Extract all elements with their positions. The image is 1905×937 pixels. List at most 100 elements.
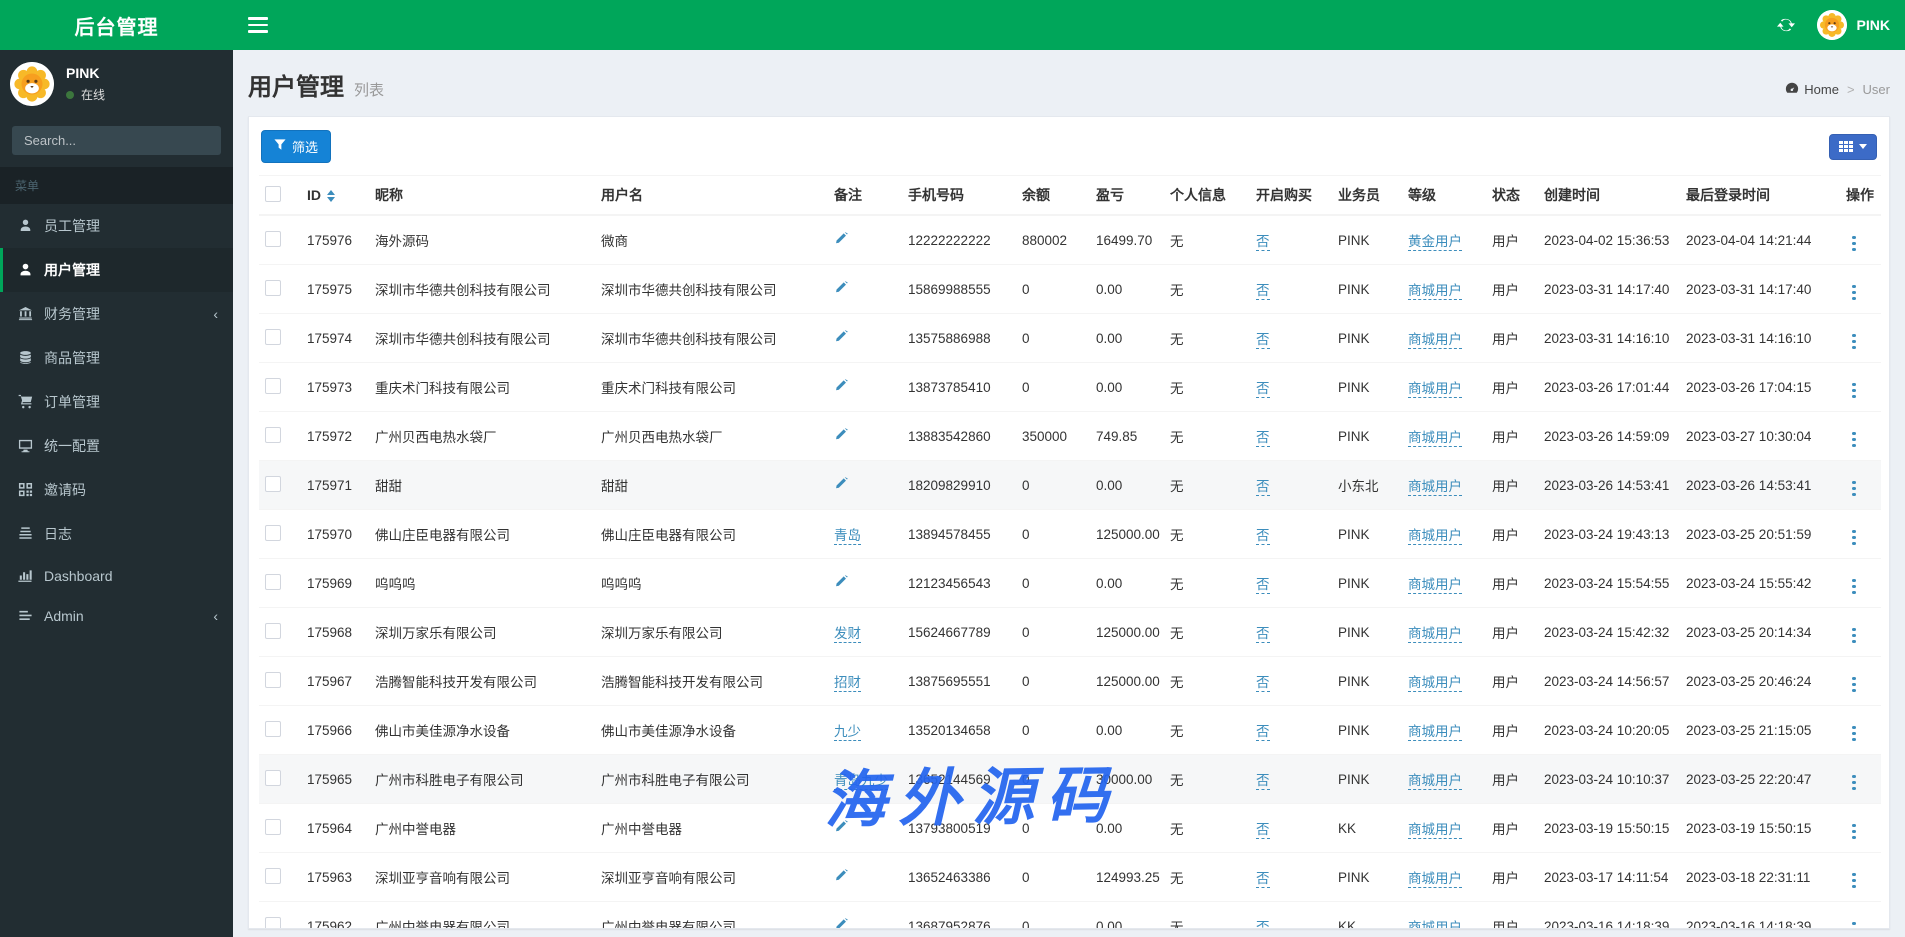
purchase-toggle-link[interactable]: 否: [1256, 528, 1270, 545]
row-checkbox[interactable]: [265, 671, 281, 688]
row-actions-icon[interactable]: [1846, 234, 1862, 254]
row-actions-icon[interactable]: [1846, 871, 1862, 891]
purchase-toggle-link[interactable]: 否: [1256, 479, 1270, 496]
purchase-toggle-link[interactable]: 否: [1256, 822, 1270, 839]
row-actions-icon[interactable]: [1846, 773, 1862, 793]
edit-pencil-icon[interactable]: [834, 280, 848, 295]
purchase-toggle-link[interactable]: 否: [1256, 234, 1270, 251]
purchase-toggle-link[interactable]: 否: [1256, 577, 1270, 594]
row-actions-icon[interactable]: [1846, 332, 1862, 352]
purchase-toggle-link[interactable]: 否: [1256, 332, 1270, 349]
purchase-toggle-link[interactable]: 否: [1256, 381, 1270, 398]
level-link[interactable]: 商城用户: [1408, 724, 1462, 741]
purchase-toggle-link[interactable]: 否: [1256, 871, 1270, 888]
row-checkbox[interactable]: [265, 377, 281, 394]
sidebar-item-6[interactable]: 统一配置: [0, 424, 233, 468]
row-actions-icon[interactable]: [1846, 430, 1862, 450]
level-link[interactable]: 黄金用户: [1408, 234, 1462, 251]
search-input[interactable]: [12, 126, 212, 155]
row-actions-icon[interactable]: [1846, 920, 1862, 928]
edit-pencil-icon[interactable]: [834, 378, 848, 393]
sidebar-item-5[interactable]: 订单管理: [0, 380, 233, 424]
edit-pencil-icon[interactable]: [834, 917, 848, 928]
remark-link[interactable]: 九少: [834, 724, 861, 741]
purchase-toggle-link[interactable]: 否: [1256, 773, 1270, 790]
refresh-icon[interactable]: [1776, 16, 1795, 34]
row-checkbox[interactable]: [265, 475, 281, 492]
sidebar-item-4[interactable]: 商品管理: [0, 336, 233, 380]
level-link[interactable]: 商城用户: [1408, 283, 1462, 300]
sidebar-item-7[interactable]: 邀请码: [0, 468, 233, 512]
row-actions-icon[interactable]: [1846, 626, 1862, 646]
online-status[interactable]: 在线: [66, 86, 105, 103]
edit-pencil-icon[interactable]: [834, 574, 848, 589]
select-all-checkbox[interactable]: [265, 185, 281, 202]
remark-link[interactable]: 青岛九少: [834, 773, 888, 790]
level-cell: 商城用户: [1402, 705, 1486, 755]
row-actions-icon[interactable]: [1846, 577, 1862, 597]
purchase-toggle-link[interactable]: 否: [1256, 430, 1270, 447]
username-cell: 广州贝西电热水袋厂: [595, 411, 828, 461]
sort-icon[interactable]: [327, 190, 335, 203]
level-link[interactable]: 商城用户: [1408, 528, 1462, 545]
purchase-toggle-link[interactable]: 否: [1256, 724, 1270, 741]
hamburger-menu-icon[interactable]: [248, 17, 268, 33]
sidebar-item-3[interactable]: 财务管理 ‹: [0, 292, 233, 336]
level-link[interactable]: 商城用户: [1408, 626, 1462, 643]
level-link[interactable]: 商城用户: [1408, 822, 1462, 839]
level-link[interactable]: 商城用户: [1408, 381, 1462, 398]
sidebar-item-9[interactable]: Dashboard: [0, 556, 233, 596]
column-header-1[interactable]: ID: [301, 175, 369, 216]
purchase-toggle-link[interactable]: 否: [1256, 283, 1270, 300]
edit-pencil-icon[interactable]: [834, 427, 848, 442]
column-header-11: 等级: [1402, 175, 1486, 216]
purchase-toggle-link[interactable]: 否: [1256, 920, 1270, 928]
level-link[interactable]: 商城用户: [1408, 430, 1462, 447]
level-link[interactable]: 商城用户: [1408, 773, 1462, 790]
row-checkbox[interactable]: [265, 720, 281, 737]
row-checkbox[interactable]: [265, 622, 281, 639]
row-checkbox[interactable]: [265, 818, 281, 835]
edit-pencil-icon[interactable]: [834, 476, 848, 491]
row-actions-icon[interactable]: [1846, 724, 1862, 744]
remark-link[interactable]: 发财: [834, 626, 861, 643]
level-link[interactable]: 商城用户: [1408, 675, 1462, 692]
level-link[interactable]: 商城用户: [1408, 871, 1462, 888]
row-actions-icon[interactable]: [1846, 822, 1862, 842]
row-checkbox[interactable]: [265, 328, 281, 345]
row-checkbox[interactable]: [265, 573, 281, 590]
breadcrumb-home[interactable]: Home: [1785, 81, 1839, 98]
row-actions-icon[interactable]: [1846, 381, 1862, 401]
row-actions-icon[interactable]: [1846, 528, 1862, 548]
row-checkbox[interactable]: [265, 524, 281, 541]
edit-pencil-icon[interactable]: [834, 329, 848, 344]
row-actions-icon[interactable]: [1846, 479, 1862, 499]
edit-pencil-icon[interactable]: [834, 819, 848, 834]
edit-pencil-icon[interactable]: [834, 231, 848, 246]
row-actions-icon[interactable]: [1846, 283, 1862, 303]
edit-pencil-icon[interactable]: [834, 868, 848, 883]
level-link[interactable]: 商城用户: [1408, 479, 1462, 496]
sidebar-item-2[interactable]: 用户管理: [0, 248, 233, 292]
row-checkbox[interactable]: [265, 916, 281, 928]
row-checkbox[interactable]: [265, 867, 281, 884]
row-actions-icon[interactable]: [1846, 675, 1862, 695]
purchase-toggle-link[interactable]: 否: [1256, 626, 1270, 643]
row-checkbox[interactable]: [265, 769, 281, 786]
navbar-user-menu[interactable]: PINK: [1816, 10, 1890, 40]
column-visibility-button[interactable]: [1829, 133, 1877, 160]
sidebar-item-1[interactable]: 员工管理: [0, 204, 233, 248]
sidebar-item-8[interactable]: 日志: [0, 512, 233, 556]
sidebar-item-10[interactable]: Admin ‹: [0, 596, 233, 636]
filter-button[interactable]: 筛选: [261, 130, 332, 163]
remark-link[interactable]: 招财: [834, 675, 861, 692]
remark-link[interactable]: 青岛: [834, 528, 861, 545]
level-link[interactable]: 商城用户: [1408, 577, 1462, 594]
row-checkbox[interactable]: [265, 279, 281, 296]
level-link[interactable]: 商城用户: [1408, 920, 1462, 928]
search-button[interactable]: [212, 126, 221, 155]
purchase-toggle-link[interactable]: 否: [1256, 675, 1270, 692]
level-link[interactable]: 商城用户: [1408, 332, 1462, 349]
row-checkbox[interactable]: [265, 230, 281, 247]
row-checkbox[interactable]: [265, 426, 281, 443]
